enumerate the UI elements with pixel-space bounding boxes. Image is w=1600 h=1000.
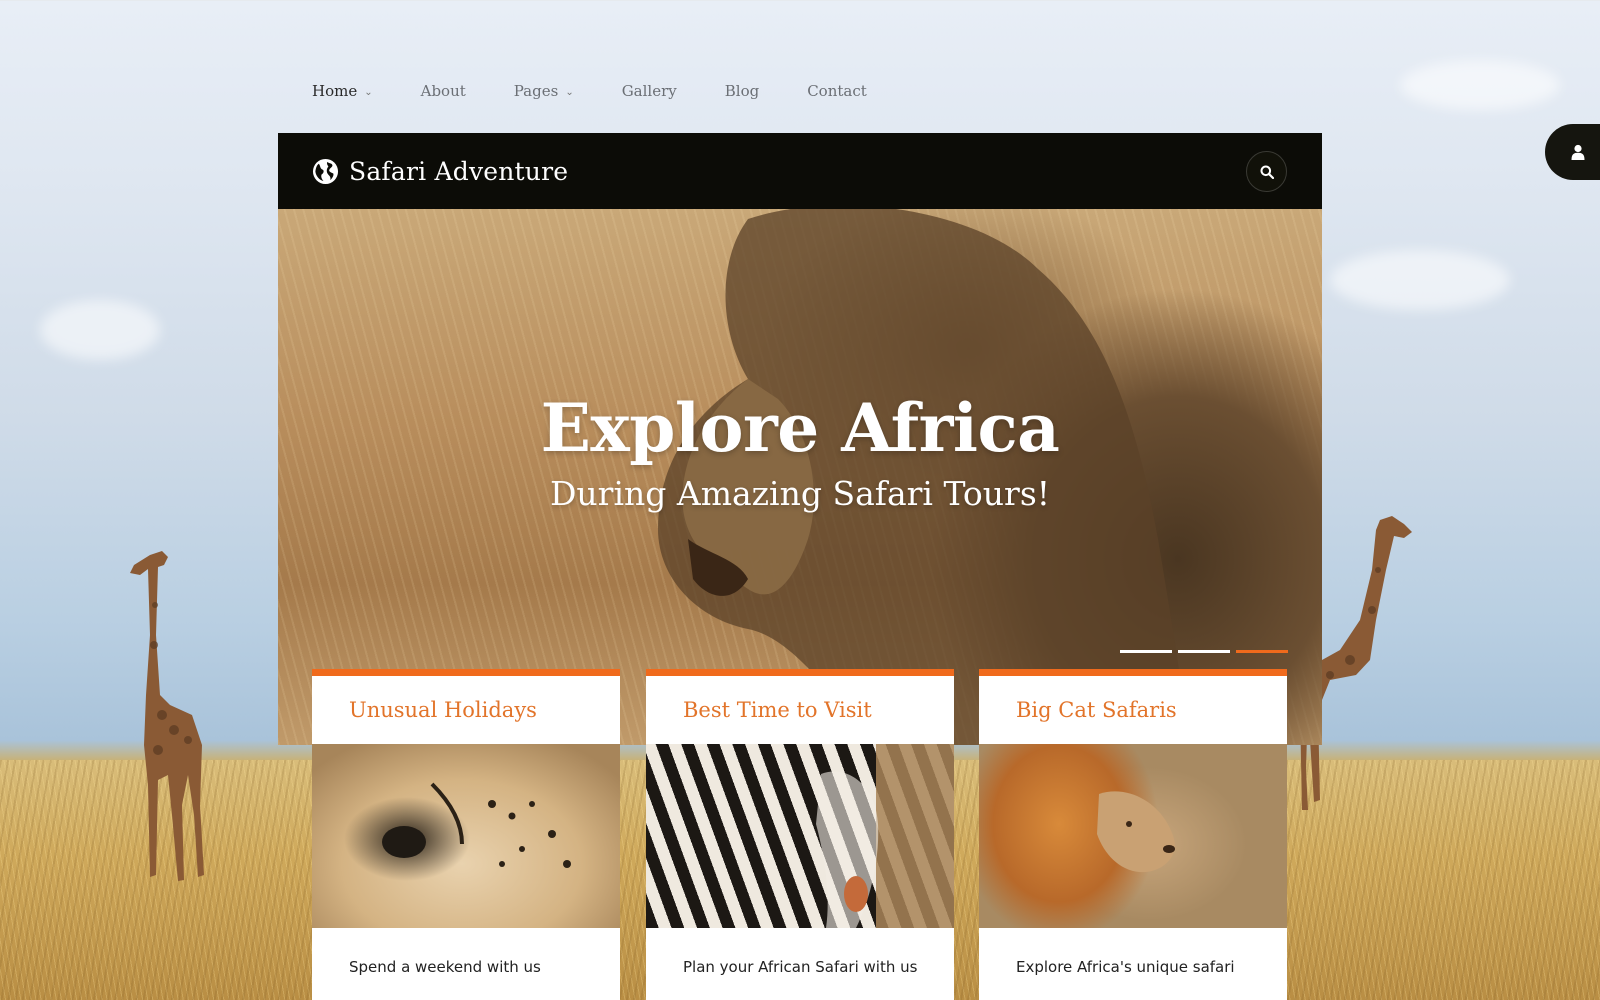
cloud	[40, 300, 160, 360]
nav-item-label: Pages	[513, 82, 559, 100]
feature-card[interactable]: Big Cat Safaris Explore Africa's unique …	[979, 669, 1287, 1000]
card-title[interactable]: Unusual Holidays	[312, 676, 620, 744]
nav-item-label: Contact	[807, 82, 867, 100]
hero-subtitle: During Amazing Safari Tours!	[549, 474, 1051, 513]
cloud	[1330, 250, 1510, 310]
globe-icon[interactable]	[312, 158, 339, 185]
site-header: Safari Adventure	[278, 133, 1322, 209]
card-text: Plan your African Safari with us	[683, 958, 918, 976]
site-title[interactable]: Safari Adventure	[349, 157, 568, 186]
slider-dot[interactable]	[1178, 650, 1230, 653]
card-title[interactable]: Best Time to Visit	[646, 676, 954, 744]
main-nav: Home ⌄ About Pages ⌄ Gallery Blog Contac…	[312, 82, 915, 100]
chevron-down-icon: ⌄	[364, 86, 373, 98]
nav-item-pages[interactable]: Pages ⌄	[514, 82, 574, 100]
user-icon	[1571, 144, 1585, 160]
nav-item-label: Blog	[724, 82, 760, 100]
lion-image[interactable]	[979, 744, 1287, 928]
nav-item-gallery[interactable]: Gallery	[622, 82, 677, 100]
card-text: Explore Africa's unique safari	[1016, 958, 1235, 976]
cheetah-image[interactable]	[312, 744, 620, 928]
nav-item-label: Gallery	[621, 82, 677, 100]
feature-card[interactable]: Best Time to Visit Plan your African Saf…	[646, 669, 954, 1000]
slider-dot[interactable]	[1120, 650, 1172, 653]
slider-dot-active[interactable]	[1236, 650, 1288, 653]
slider-pagination	[1120, 650, 1288, 653]
search-button[interactable]	[1246, 151, 1287, 192]
giraffe-left-image	[130, 551, 204, 881]
zebra-image[interactable]	[646, 744, 954, 928]
nav-item-blog[interactable]: Blog	[725, 82, 759, 100]
card-text: Spend a weekend with us	[349, 958, 541, 976]
nav-item-contact[interactable]: Contact	[807, 82, 867, 100]
cloud	[1400, 60, 1560, 110]
nav-item-about[interactable]: About	[421, 82, 466, 100]
nav-item-label: About	[420, 82, 466, 100]
nav-item-label: Home	[312, 82, 358, 100]
hero-slider: Explore Africa During Amazing Safari Tou…	[278, 209, 1322, 745]
chevron-down-icon: ⌄	[565, 86, 574, 98]
hero-title: Explore Africa	[540, 389, 1060, 467]
user-account-button[interactable]	[1545, 124, 1600, 180]
feature-card[interactable]: Unusual Holidays Spend a weekend with us	[312, 669, 620, 1000]
search-icon	[1260, 165, 1274, 179]
nav-item-home[interactable]: Home ⌄	[312, 82, 373, 100]
card-title[interactable]: Big Cat Safaris	[979, 676, 1287, 744]
giraffe-right-image	[1300, 516, 1412, 810]
